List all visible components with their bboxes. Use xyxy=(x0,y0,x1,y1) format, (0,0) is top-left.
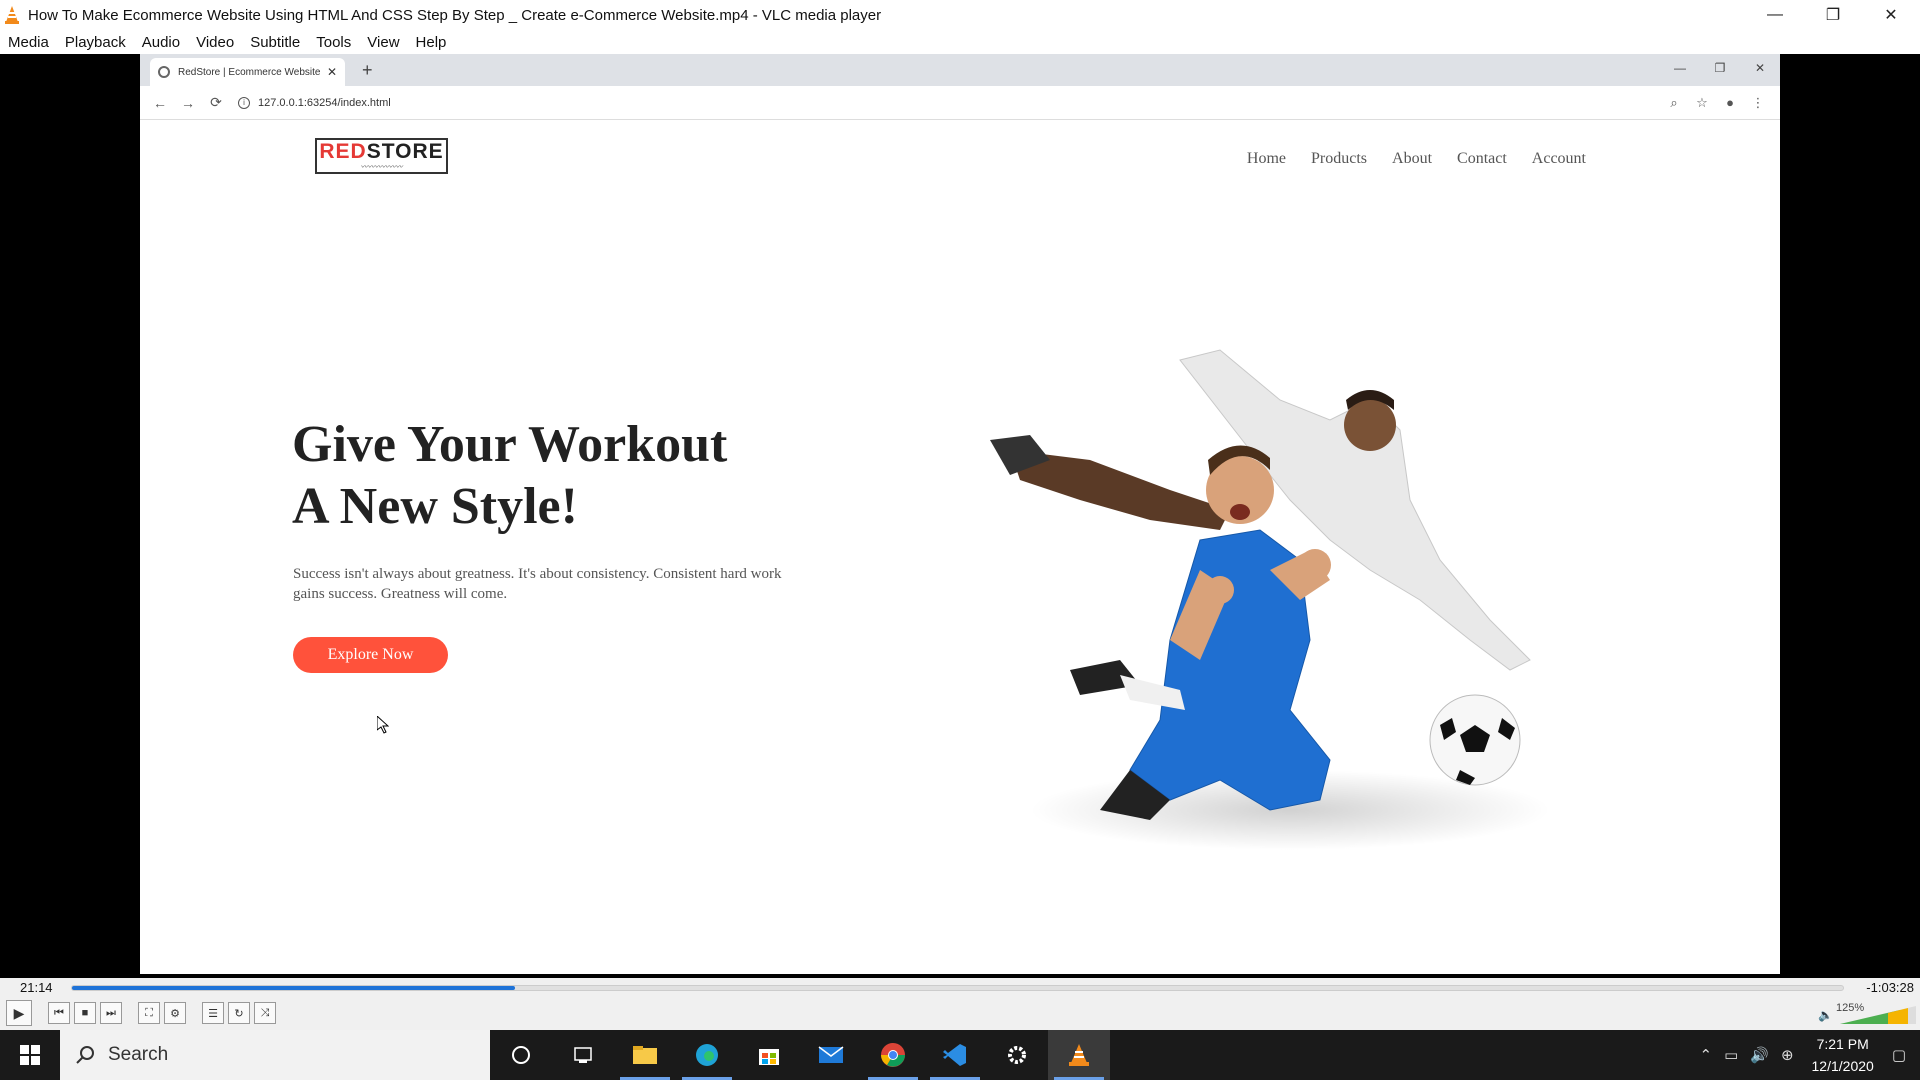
more-menu-icon[interactable]: ⋮ xyxy=(1744,89,1772,117)
seek-bar[interactable] xyxy=(71,985,1844,991)
nav-about[interactable]: About xyxy=(1392,150,1432,168)
extended-settings-icon[interactable]: ⚙ xyxy=(164,1002,186,1024)
maximize-button[interactable]: ❐ xyxy=(1804,0,1862,30)
vlc-icon xyxy=(5,6,19,24)
seek-row: 21:14 -1:03:28 xyxy=(0,978,1920,998)
headline-line-2: A New Style! xyxy=(292,478,578,535)
menu-playback[interactable]: Playback xyxy=(65,34,126,51)
nav-products[interactable]: Products xyxy=(1311,150,1367,168)
speaker-icon[interactable]: 🔈 xyxy=(1818,1008,1833,1022)
taskbar-search-box[interactable]: Search xyxy=(60,1030,490,1080)
clock[interactable]: 7:21 PM 12/1/2020 xyxy=(1812,1033,1874,1077)
redstore-logo[interactable]: REDSTORE 〰〰〰〰〰〰 xyxy=(315,138,448,174)
back-icon[interactable]: ← xyxy=(146,89,174,117)
logo-dark-text: STORE xyxy=(366,140,444,163)
bookmark-star-icon[interactable]: ☆ xyxy=(1688,89,1716,117)
playlist-icon[interactable]: ☰ xyxy=(202,1002,224,1024)
vlc-taskbar-icon[interactable] xyxy=(1048,1030,1110,1080)
notifications-icon[interactable]: ▢ xyxy=(1892,1046,1906,1064)
network-icon[interactable]: ⊕ xyxy=(1781,1046,1794,1064)
volume-slider[interactable] xyxy=(1840,1006,1916,1024)
site-nav: Home Products About Contact Account xyxy=(1222,150,1586,168)
fullscreen-icon[interactable]: ⛶ xyxy=(138,1002,160,1024)
next-icon[interactable]: ⏭ xyxy=(100,1002,122,1024)
file-explorer-icon[interactable] xyxy=(614,1030,676,1080)
browser-restore-icon[interactable]: ❐ xyxy=(1700,54,1740,82)
menu-tools[interactable]: Tools xyxy=(316,34,351,51)
windows-start-icon[interactable] xyxy=(0,1030,60,1080)
cortana-icon[interactable] xyxy=(490,1030,552,1080)
task-view-icon[interactable] xyxy=(552,1030,614,1080)
zoom-icon[interactable]: ⌕ xyxy=(1660,89,1688,117)
chrome-icon[interactable] xyxy=(862,1030,924,1080)
volume-icon[interactable]: 🔊 xyxy=(1750,1046,1769,1064)
settings-icon[interactable] xyxy=(986,1030,1048,1080)
search-placeholder: Search xyxy=(108,1044,169,1065)
webpage: REDSTORE 〰〰〰〰〰〰 Home Products About Cont… xyxy=(140,120,1780,974)
vlc-title-bar: How To Make Ecommerce Website Using HTML… xyxy=(0,0,1920,30)
mail-icon[interactable] xyxy=(800,1030,862,1080)
football-players-image xyxy=(990,349,1550,850)
playback-controls: ▶ ⏮ ■ ⏭ ⛶ ⚙ ☰ ↻ ⤨ 🔈 125% xyxy=(0,998,1920,1030)
seek-progress xyxy=(72,986,515,990)
battery-icon[interactable]: ▭ xyxy=(1724,1046,1738,1064)
nav-home[interactable]: Home xyxy=(1247,150,1286,168)
video-area[interactable]: RedStore | Ecommerce Website ✕ + — ❐ ✕ ←… xyxy=(0,54,1920,978)
explore-now-button[interactable]: Explore Now xyxy=(293,637,448,673)
edge-icon[interactable] xyxy=(676,1030,738,1080)
window-title: How To Make Ecommerce Website Using HTML… xyxy=(28,6,882,24)
globe-icon xyxy=(158,66,170,78)
search-icon xyxy=(76,1046,94,1064)
elapsed-time: 21:14 xyxy=(20,980,53,995)
menu-video[interactable]: Video xyxy=(196,34,234,51)
close-button[interactable]: ✕ xyxy=(1862,0,1920,30)
mouse-cursor-icon xyxy=(377,716,389,734)
play-icon[interactable]: ▶ xyxy=(6,1000,32,1026)
previous-icon[interactable]: ⏮ xyxy=(48,1002,70,1024)
menu-audio[interactable]: Audio xyxy=(142,34,180,51)
info-icon[interactable]: i xyxy=(238,96,250,109)
tab-title: RedStore | Ecommerce Website xyxy=(178,66,321,78)
vscode-icon[interactable] xyxy=(924,1030,986,1080)
nav-account[interactable]: Account xyxy=(1532,150,1586,168)
address-bar: ← → ⟳ i 127.0.0.1:63254/index.html ⌕ ☆ ●… xyxy=(140,86,1780,120)
browser-close-icon[interactable]: ✕ xyxy=(1740,54,1780,82)
menu-subtitle[interactable]: Subtitle xyxy=(250,34,300,51)
shuffle-icon[interactable]: ⤨ xyxy=(254,1002,276,1024)
clock-date: 12/1/2020 xyxy=(1811,1058,1874,1074)
tab-strip: RedStore | Ecommerce Website ✕ + — ❐ ✕ xyxy=(140,54,1780,86)
menu-help[interactable]: Help xyxy=(416,34,447,51)
clock-time: 7:21 PM xyxy=(1816,1036,1869,1052)
tab-close-icon[interactable]: ✕ xyxy=(327,65,337,79)
chevron-up-icon[interactable]: ⌃ xyxy=(1699,1046,1712,1064)
browser-window: RedStore | Ecommerce Website ✕ + — ❐ ✕ ←… xyxy=(140,54,1780,974)
forward-icon[interactable]: → xyxy=(174,89,202,117)
system-tray: ⌃ ▭ 🔊 ⊕ 7:21 PM 12/1/2020 ▢ xyxy=(1693,1030,1920,1080)
logo-tagline: 〰〰〰〰〰〰 xyxy=(360,163,403,171)
profile-icon[interactable]: ● xyxy=(1716,89,1744,117)
logo-red-text: RED xyxy=(319,140,367,163)
menu-bar: Media Playback Audio Video Subtitle Tool… xyxy=(0,30,1920,54)
menu-view[interactable]: View xyxy=(367,34,399,51)
menu-media[interactable]: Media xyxy=(8,34,49,51)
hero-headline: Give Your Workout A New Style! xyxy=(292,414,727,538)
new-tab-button[interactable]: + xyxy=(362,60,373,81)
headline-line-1: Give Your Workout xyxy=(292,416,728,473)
reload-icon[interactable]: ⟳ xyxy=(202,89,230,117)
url-text: 127.0.0.1:63254/index.html xyxy=(258,96,391,109)
stop-icon[interactable]: ■ xyxy=(74,1002,96,1024)
loop-icon[interactable]: ↻ xyxy=(228,1002,250,1024)
remaining-time[interactable]: -1:03:28 xyxy=(1866,980,1914,995)
store-icon[interactable] xyxy=(738,1030,800,1080)
browser-minimize-icon[interactable]: — xyxy=(1660,54,1700,82)
nav-contact[interactable]: Contact xyxy=(1457,150,1507,168)
omnibox[interactable]: i 127.0.0.1:63254/index.html xyxy=(238,90,1660,116)
minimize-button[interactable]: — xyxy=(1746,0,1804,30)
hero-subtext: Success isn't always about greatness. It… xyxy=(293,566,782,602)
windows-taskbar: Search ⌃ ▭ 🔊 ⊕ 7:21 PM 12/1/2020 ▢ xyxy=(0,1030,1920,1080)
browser-tab[interactable]: RedStore | Ecommerce Website ✕ xyxy=(150,58,345,86)
